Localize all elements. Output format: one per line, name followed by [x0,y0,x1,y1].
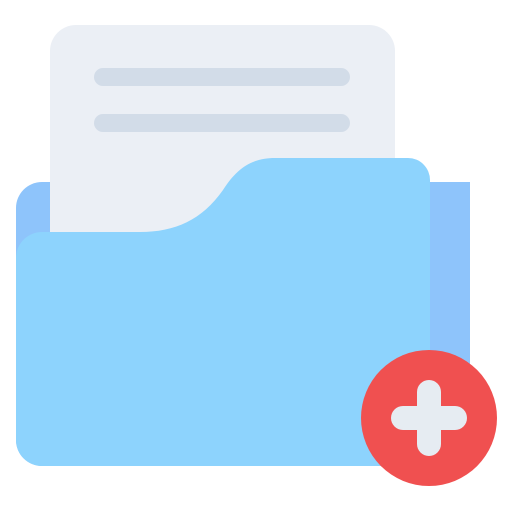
plus-icon [391,406,467,430]
document-line [94,114,350,132]
document-line [94,68,350,86]
add-folder-graphic [16,25,497,486]
add-folder-icon [0,0,512,512]
